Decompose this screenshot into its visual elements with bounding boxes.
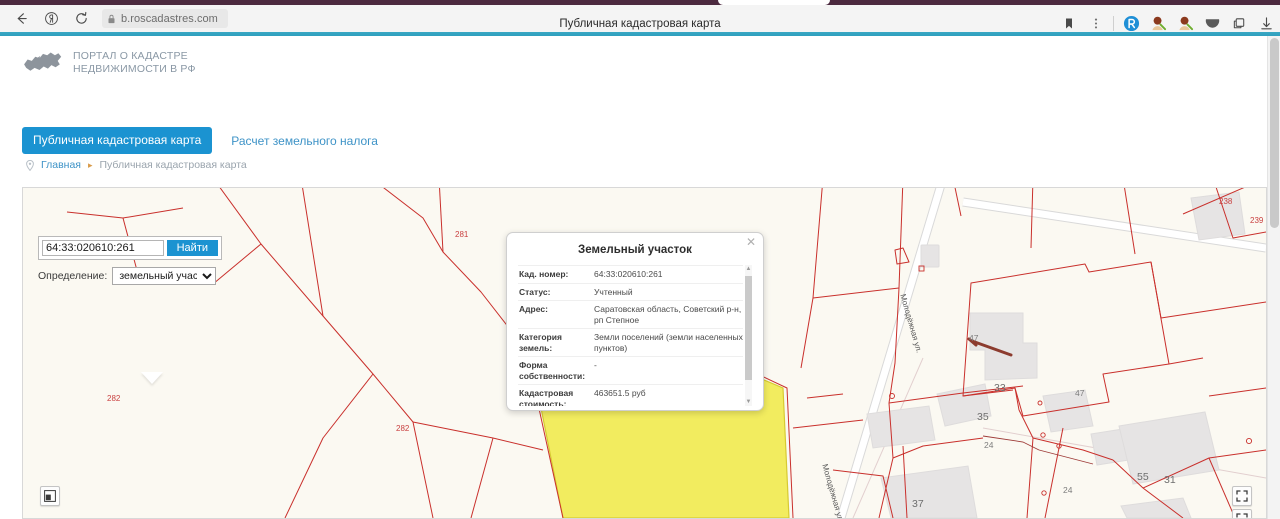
reload-icon[interactable]	[66, 7, 96, 31]
browser-toolbar: b.roscadastres.com Публичная кадастровая…	[0, 5, 1280, 32]
popup-property-row: Кадастровая стоимость: 463651.5 руб	[518, 385, 743, 406]
define-label: Определение:	[38, 270, 108, 282]
popup-property-row: Категория земель: Земли поселений (земли …	[518, 329, 743, 357]
parcel-info-popup[interactable]: ✕ Земельный участок Кад. номер: 64:33:020…	[506, 232, 764, 411]
popup-property-value: Саратовская область, Советский р-н, рп С…	[594, 304, 742, 325]
popup-scrollbar[interactable]: ▲ ▼	[745, 265, 752, 406]
popup-property-row: Кад. номер: 64:33:020610:261	[518, 265, 743, 284]
popup-property-key: Категория земель:	[519, 332, 562, 353]
address-bar-url: b.roscadastres.com	[121, 12, 218, 25]
popup-property-key: Кад. номер:	[519, 269, 569, 279]
page-scrollbar[interactable]	[1267, 36, 1280, 519]
back-arrow-icon[interactable]	[6, 7, 36, 31]
site-logo-text: ПОРТАЛ О КАДАСТРЕ НЕДВИЖИМОСТИ В РФ	[73, 50, 196, 76]
popup-property-key: Адрес:	[519, 304, 548, 314]
popup-property-value: Земли поселений (земли населенных пункто…	[594, 332, 743, 353]
tab-public-cadastral-map[interactable]: Публичная кадастровая карта	[22, 127, 213, 154]
popup-property-value: 64:33:020610:261	[594, 269, 663, 279]
breadcrumb: Главная ▸ Публичная кадастровая карта	[26, 159, 247, 171]
breadcrumb-home-link[interactable]: Главная	[41, 159, 81, 171]
page-content: ПОРТАЛ О КАДАСТРЕ НЕДВИЖИМОСТИ В РФ Публ…	[0, 36, 1280, 519]
define-row: Определение: земельный участокзданиесоор…	[38, 267, 222, 285]
fullscreen-expand-icon-secondary[interactable]	[1232, 509, 1252, 518]
popup-property-key: Форма собственности:	[519, 360, 586, 381]
map-search-panel: Найти Определение: земельный участокздан…	[38, 236, 222, 285]
address-bar[interactable]: b.roscadastres.com	[102, 9, 228, 28]
cadastral-map[interactable]: Молодёжная ул. Молодёжная ул. 281 282 282 2…	[22, 187, 1267, 519]
popup-property-value: -	[594, 360, 597, 370]
fullscreen-expand-icon[interactable]	[1232, 486, 1252, 506]
scroll-up-arrow-icon[interactable]: ▲	[746, 265, 752, 273]
layers-toggle-icon[interactable]	[40, 486, 60, 506]
site-logo[interactable]: ПОРТАЛ О КАДАСТРЕ НЕДВИЖИМОСТИ В РФ	[22, 48, 196, 78]
location-pin-icon	[26, 159, 34, 171]
popup-scrollbar-thumb[interactable]	[745, 276, 752, 380]
popup-property-key: Кадастровая стоимость:	[519, 388, 574, 406]
scroll-down-arrow-icon[interactable]: ▼	[746, 398, 752, 406]
breadcrumb-current: Публичная кадастровая карта	[99, 159, 247, 171]
yandex-logo-icon[interactable]	[36, 7, 66, 31]
popup-property-key: Статус:	[519, 286, 551, 297]
search-row: Найти	[38, 236, 222, 260]
russia-map-icon	[24, 52, 62, 71]
popup-properties-list: Кад. номер: 64:33:020610:261 Статус: Учтенн…	[518, 265, 752, 406]
search-input[interactable]	[42, 240, 164, 256]
popup-property-row: Статус: Учтенный	[518, 284, 743, 301]
popup-property-value: Учтенный	[594, 286, 633, 297]
close-icon[interactable]: ✕	[746, 236, 756, 248]
lock-icon	[107, 14, 116, 24]
logo-line-2: НЕДВИЖИМОСТИ В РФ	[73, 63, 196, 75]
logo-line-1: ПОРТАЛ О КАДАСТРЕ	[73, 50, 188, 62]
breadcrumb-separator: ▸	[87, 159, 93, 170]
page-scrollbar-thumb[interactable]	[1270, 38, 1279, 228]
search-button[interactable]: Найти	[166, 240, 218, 256]
main-nav: Публичная кадастровая карта Расчет земел…	[22, 127, 378, 154]
popup-property-row: Форма собственности: -	[518, 357, 743, 385]
popup-property-row: Адрес: Саратовская область, Советский р-н…	[518, 301, 743, 329]
tab-land-tax-calculator[interactable]: Расчет земельного налога	[231, 134, 378, 148]
popup-pointer-tail	[141, 372, 163, 384]
browser-chrome: b.roscadastres.com Публичная кадастровая…	[0, 0, 1280, 36]
toolbar-divider	[1113, 16, 1114, 31]
object-type-select[interactable]: земельный участокзданиесооружениеобъект …	[112, 267, 217, 285]
popup-title: Земельный участок	[578, 244, 692, 256]
popup-property-value: 463651.5 руб	[594, 388, 646, 398]
